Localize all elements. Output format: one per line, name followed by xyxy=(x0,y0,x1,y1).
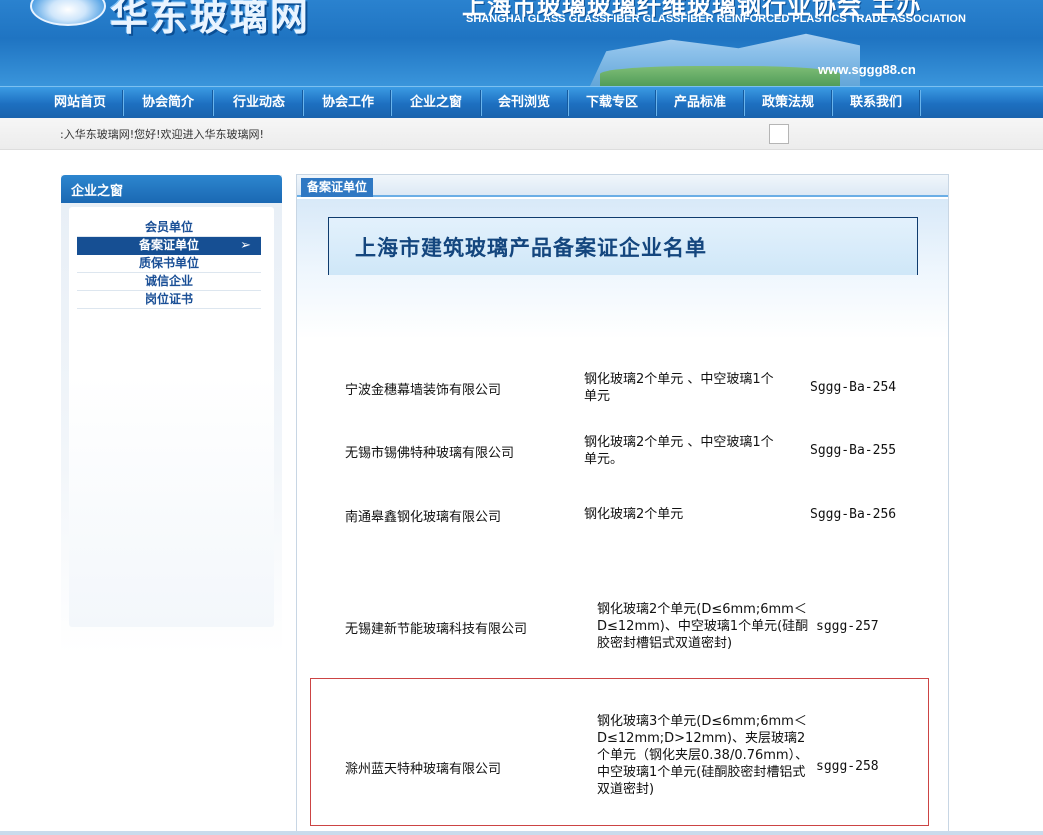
sidebar-item-integrity[interactable]: 诚信企业 xyxy=(77,273,261,291)
nav-item-policies[interactable]: 政策法规 xyxy=(744,87,832,118)
page-title-box: 上海市建筑玻璃产品备案证企业名单 xyxy=(328,217,918,275)
sidebar-item-label: 备案证单位 xyxy=(138,238,199,252)
marquee-checkbox[interactable] xyxy=(769,124,789,144)
welcome-marquee: :入华东玻璃网!您好!欢迎进入华东玻璃网! xyxy=(0,118,1043,150)
nav-item-industry-news[interactable]: 行业动态 xyxy=(215,87,303,118)
main-nav: 网站首页 协会简介 行业动态 协会工作 企业之窗 会刊浏览 下载专区 产品标准 … xyxy=(0,86,1043,118)
nav-item-standards[interactable]: 产品标准 xyxy=(656,87,744,118)
sidebar-item-members[interactable]: 会员单位 xyxy=(77,219,261,237)
sidebar-item-warranty[interactable]: 质保书单位 xyxy=(77,255,261,273)
row-product: 钢化玻璃2个单元 、中空玻璃1个单元 xyxy=(584,372,774,404)
sidebar-item-job-certificate[interactable]: 岗位证书 xyxy=(77,291,261,309)
nav-item-journal[interactable]: 会刊浏览 xyxy=(480,87,568,118)
sidebar-header: 企业之窗 xyxy=(61,175,282,203)
row-product: 钢化玻璃2个单元(D≤6mm;6mm＜D≤12mm)、中空玻璃1个单元(硅酮胶密… xyxy=(597,602,809,651)
sidebar-item-label: 会员单位 xyxy=(144,220,193,234)
row-company: 宁波金穗幕墙装饰有限公司 xyxy=(345,383,502,398)
tab-certified-units[interactable]: 备案证单位 xyxy=(301,178,374,197)
nav-separator xyxy=(212,90,214,116)
lawn-illustration xyxy=(600,66,840,86)
row-product: 钢化玻璃2个单元 、中空玻璃1个单元。 xyxy=(584,435,774,467)
nav-item-about[interactable]: 协会简介 xyxy=(124,87,212,118)
nav-item-enterprise-window[interactable]: 企业之窗 xyxy=(392,87,480,118)
sidebar-title: 企业之窗 xyxy=(71,184,124,199)
nav-separator xyxy=(919,90,921,116)
header-banner: 华东玻璃网 上海市玻璃玻璃纤维玻璃钢行业协会 主办 SHANGHAI GLASS… xyxy=(0,0,1043,86)
page-bottom-divider xyxy=(0,831,1043,835)
marquee-text: :入华东玻璃网!您好!欢迎进入华东玻璃网! xyxy=(60,128,264,141)
row-company: 南通皋鑫钢化玻璃有限公司 xyxy=(345,510,502,525)
row-code: sggg-257 xyxy=(816,619,879,634)
sidebar-item-label: 诚信企业 xyxy=(144,274,193,288)
site-logo-text[interactable]: 华东玻璃网 xyxy=(110,0,310,41)
sidebar-item-label: 质保书单位 xyxy=(138,256,199,270)
row-company: 无锡市锡佛特种玻璃有限公司 xyxy=(345,446,515,461)
content-tabbar: 备案证单位 xyxy=(297,175,948,197)
association-name-en: SHANGHAI GLASS GLASSFIBER GLASSFIBER REI… xyxy=(466,13,966,25)
sidebar: 企业之窗 会员单位 备案证单位 ➢ 质保书单位 诚信企业 岗位证书 xyxy=(61,175,282,655)
row-code: Sggg-Ba-255 xyxy=(810,443,897,458)
sidebar-item-certified[interactable]: 备案证单位 ➢ xyxy=(77,237,261,255)
site-logo-icon[interactable] xyxy=(30,0,106,26)
row-company: 滁州蓝天特种玻璃有限公司 xyxy=(345,762,502,777)
arrow-right-icon: ➢ xyxy=(240,238,251,253)
row-code: sggg-258 xyxy=(816,759,879,774)
row-code: Sggg-Ba-256 xyxy=(810,507,897,522)
row-product: 钢化玻璃2个单元 xyxy=(584,507,684,522)
main-content: 备案证单位 上海市建筑玻璃产品备案证企业名单 宁波金穗幕墙装饰有限公司 钢化玻璃… xyxy=(296,174,949,835)
page-title: 上海市建筑玻璃产品备案证企业名单 xyxy=(355,236,707,260)
row-company: 无锡建新节能玻璃科技有限公司 xyxy=(345,622,528,637)
row-code: Sggg-Ba-254 xyxy=(810,380,897,395)
site-url: www.sggg88.cn xyxy=(818,62,916,77)
row-product: 钢化玻璃3个单元(D≤6mm;6mm＜D≤12mm;D>12mm)、夹层玻璃2个… xyxy=(597,714,809,797)
nav-item-contact[interactable]: 联系我们 xyxy=(832,87,920,118)
nav-item-home[interactable]: 网站首页 xyxy=(36,87,124,118)
sidebar-item-label: 岗位证书 xyxy=(144,292,193,306)
nav-item-association-work[interactable]: 协会工作 xyxy=(304,87,392,118)
nav-item-downloads[interactable]: 下载专区 xyxy=(568,87,656,118)
